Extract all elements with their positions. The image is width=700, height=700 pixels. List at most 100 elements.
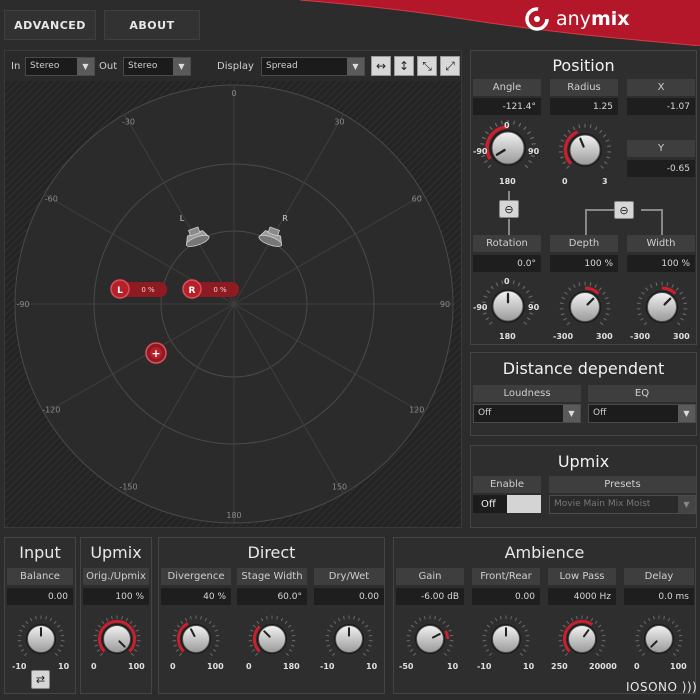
position-title: Position	[552, 56, 615, 75]
width-header: Width	[627, 235, 695, 252]
distance-title: Distance dependent	[502, 359, 665, 378]
swap-icon: ⇄	[35, 673, 46, 686]
orig-upmix-knob-max: 100	[128, 662, 145, 671]
link-width-depth-button[interactable]: ⊖	[614, 201, 634, 219]
divergence-value[interactable]: 40 %	[161, 588, 231, 605]
balance-knob[interactable]	[15, 613, 67, 665]
angle-tick-label: -30	[122, 117, 135, 126]
width-knob-max: 300	[673, 332, 690, 341]
swap-button[interactable]: ⇄	[31, 670, 50, 689]
gain-knob[interactable]	[404, 613, 456, 665]
balance-knob-min: -10	[12, 662, 27, 671]
angle-knob-top: 0	[504, 121, 510, 130]
orig-upmix-knob[interactable]	[91, 613, 143, 665]
low-pass-knob[interactable]	[556, 613, 608, 665]
angle-tick-label: -120	[42, 406, 60, 415]
display-label: Display	[217, 61, 254, 72]
rotation-header: Rotation	[473, 235, 541, 252]
in-select[interactable]: Stereo ▼	[25, 57, 95, 76]
dry-wet-knob[interactable]	[323, 613, 375, 665]
source-center-marker[interactable]: +	[145, 342, 167, 364]
speaker-right-label: R	[282, 214, 288, 223]
delay-knob-min: 0	[634, 662, 640, 671]
low-pass-knob-min: 250	[551, 662, 568, 671]
depth-header: Depth	[550, 235, 618, 252]
loudness-select-value: Off	[478, 408, 492, 418]
radius-knob[interactable]	[556, 121, 614, 179]
arrows-horizontal-button[interactable]: ↔	[371, 56, 391, 76]
display-select[interactable]: Spread ▼	[261, 57, 365, 76]
stage-width-header: Stage Width	[237, 568, 307, 585]
gain-value[interactable]: -6.00 dB	[396, 588, 464, 605]
angle-value[interactable]: -121.4°	[473, 98, 541, 115]
x-value[interactable]: -1.07	[627, 98, 695, 115]
angle-tick-label: -90	[16, 300, 29, 309]
source-left-value: 0 %	[141, 286, 155, 294]
source-left[interactable]: L 0 %	[110, 279, 167, 299]
input-strip: Input Balance 0.00 -10 10 ⇄	[4, 537, 76, 694]
distance-dependent-panel: Distance dependent Loudness Off ▼ EQ Off…	[470, 352, 697, 436]
loudness-select[interactable]: Off ▼	[473, 404, 581, 423]
input-title: Input	[19, 543, 61, 562]
balance-value[interactable]: 0.00	[7, 588, 73, 605]
knob-body	[103, 625, 131, 653]
orig-upmix-header: Orig./Upmix	[83, 568, 149, 585]
dry-wet-value[interactable]: 0.00	[314, 588, 384, 605]
front-rear-value[interactable]: 0.00	[472, 588, 540, 605]
presets-select[interactable]: Movie Main Mix Moist ▼	[549, 495, 696, 514]
y-value[interactable]: -0.65	[627, 160, 695, 177]
rotation-knob-top: 0	[504, 277, 510, 286]
width-knob[interactable]	[634, 279, 690, 335]
front-rear-knob[interactable]	[480, 613, 532, 665]
out-select[interactable]: Stereo ▼	[123, 57, 191, 76]
divergence-knob[interactable]	[170, 613, 222, 665]
divergence-header: Divergence	[161, 568, 231, 585]
delay-value[interactable]: 0.0 ms	[624, 588, 694, 605]
advanced-button[interactable]: ADVANCED	[4, 10, 96, 40]
arrows-diagonal-up-button[interactable]: ⤢	[440, 56, 460, 76]
orig-upmix-knob-min: 0	[91, 662, 97, 671]
stage-width-value[interactable]: 60.0°	[237, 588, 307, 605]
knob-body	[569, 134, 601, 166]
gain-header: Gain	[396, 568, 464, 585]
eq-select[interactable]: Off ▼	[588, 404, 696, 423]
polar-stage[interactable]: 0 30 60 90 120 150 180 -150 -120 -90 -60 -30 L R L …	[5, 81, 461, 527]
stage-width-knob[interactable]	[246, 613, 298, 665]
depth-knob[interactable]	[557, 279, 613, 335]
angle-tick-label: 0	[231, 89, 236, 98]
angle-tick-label: 120	[409, 406, 424, 415]
low-pass-value[interactable]: 4000 Hz	[548, 588, 616, 605]
knob-body	[416, 625, 444, 653]
orig-upmix-value[interactable]: 100 %	[83, 588, 149, 605]
enable-toggle[interactable]: Off	[473, 495, 541, 513]
stage-toolbar: In Stereo ▼ Out Stereo ▼ Display Spread …	[5, 51, 461, 81]
delay-knob[interactable]	[633, 613, 685, 665]
in-label: In	[11, 61, 21, 72]
about-button[interactable]: ABOUT	[104, 10, 200, 40]
chevron-down-icon: ▼	[678, 405, 695, 422]
display-select-value: Spread	[266, 61, 298, 71]
source-left-label: L	[117, 286, 123, 296]
rotation-value[interactable]: 0.0°	[473, 255, 541, 272]
presets-select-value: Movie Main Mix Moist	[554, 499, 651, 509]
knob-body	[568, 625, 596, 653]
arrows-horizontal-icon: ↔	[375, 59, 387, 73]
angle-tick-label: 180	[226, 511, 241, 520]
ambience-title: Ambience	[504, 543, 585, 562]
arrows-diagonal-down-icon: ⤡	[422, 58, 432, 73]
divergence-knob-min: 0	[170, 662, 176, 671]
radius-value[interactable]: 1.25	[550, 98, 618, 115]
upmix-strip: Upmix Orig./Upmix 100 % 0 100	[80, 537, 152, 694]
source-right[interactable]: R 0 %	[182, 279, 239, 299]
knob-body	[491, 131, 525, 165]
width-value[interactable]: 100 %	[627, 255, 695, 272]
eq-header: EQ	[588, 385, 696, 402]
front-rear-knob-min: -10	[477, 662, 492, 671]
arrows-vertical-button[interactable]: ↕	[394, 56, 414, 76]
arrows-diagonal-down-button[interactable]: ⤡	[417, 56, 437, 76]
eq-select-value: Off	[593, 408, 607, 418]
gain-knob-min: -50	[399, 662, 414, 671]
depth-value[interactable]: 100 %	[550, 255, 618, 272]
angle-tick-label: 90	[440, 300, 450, 309]
y-header: Y	[627, 140, 695, 157]
